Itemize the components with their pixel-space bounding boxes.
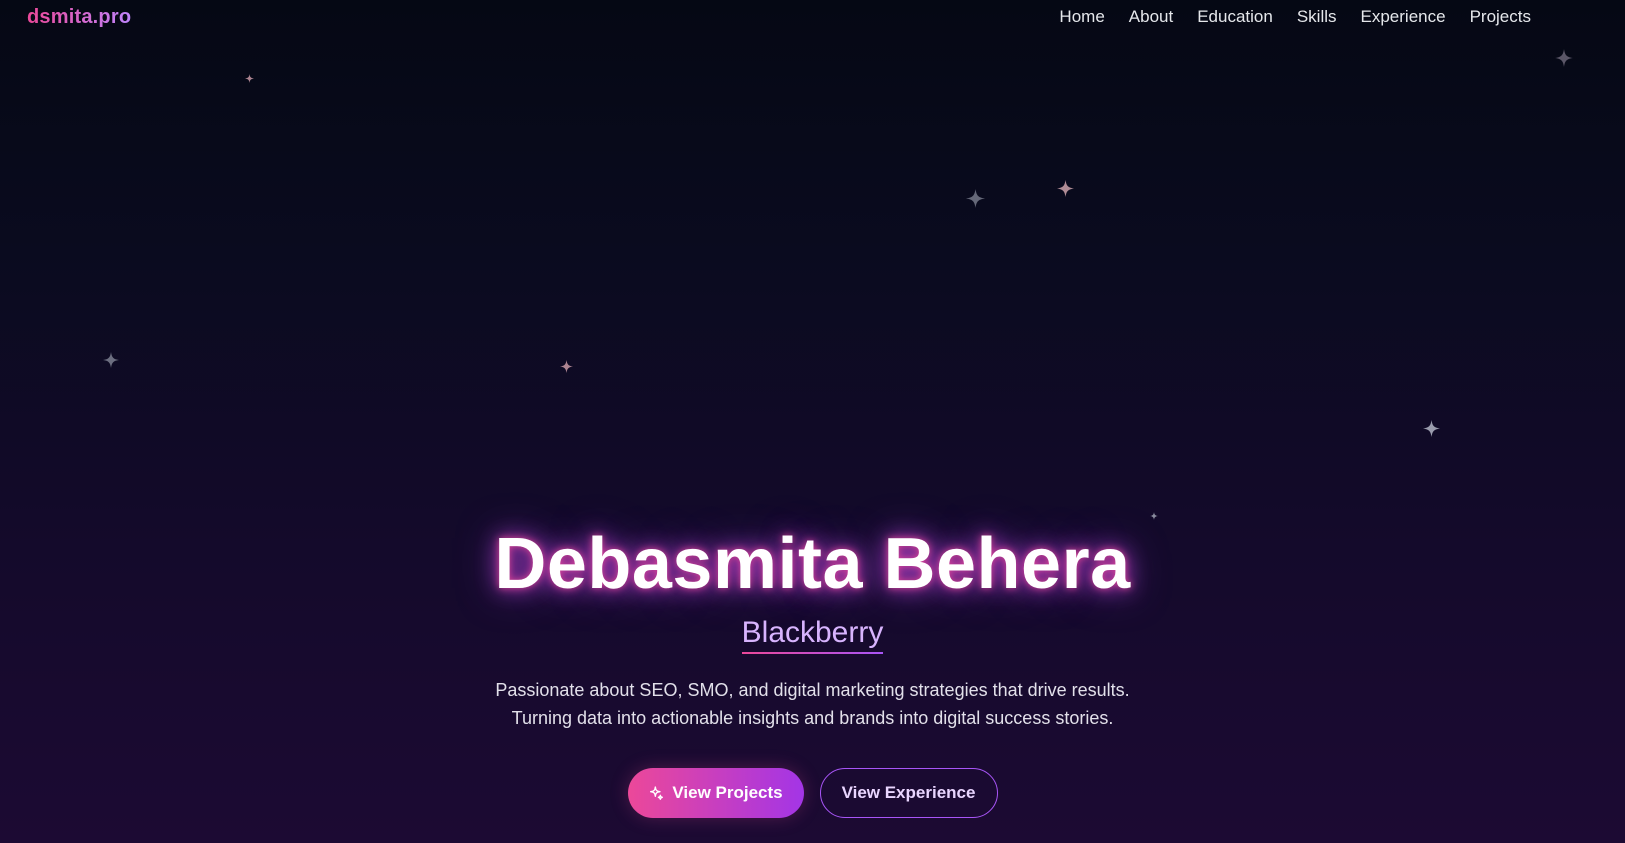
hero-description: Passionate about SEO, SMO, and digital m…: [0, 676, 1625, 732]
site-logo[interactable]: dsmita.pro: [27, 6, 131, 29]
hero-role: Blackberry: [741, 616, 884, 654]
hero-name: Debasmita Behera: [494, 524, 1131, 604]
nav-link-about[interactable]: About: [1129, 7, 1173, 27]
sparkle-star-icon: [966, 189, 985, 208]
nav-link-home[interactable]: Home: [1059, 7, 1104, 27]
hero-buttons: View Projects View Experience: [0, 768, 1625, 818]
hero-description-line: Turning data into actionable insights an…: [511, 708, 1114, 728]
logo-main: dsmita: [27, 6, 93, 28]
logo-extension: .pro: [92, 6, 132, 28]
sparkle-star-icon: [103, 352, 119, 368]
nav-menu: Home About Education Skills Experience P…: [1059, 7, 1531, 27]
view-projects-label: View Projects: [672, 783, 783, 802]
sparkle-star-icon: [245, 74, 254, 83]
hero-section: Debasmita Behera Blackberry Passionate a…: [0, 518, 1625, 818]
view-projects-button[interactable]: View Projects: [627, 768, 804, 818]
sparkle-star-icon: [560, 360, 573, 373]
nav-link-education[interactable]: Education: [1197, 7, 1273, 27]
nav-link-projects[interactable]: Projects: [1470, 7, 1531, 27]
sparkles-icon: [648, 785, 664, 801]
nav-link-skills[interactable]: Skills: [1297, 7, 1337, 27]
nav-link-experience[interactable]: Experience: [1361, 7, 1446, 27]
navbar: dsmita.pro Home About Education Skills E…: [0, 0, 1625, 36]
view-experience-button[interactable]: View Experience: [819, 768, 998, 818]
sparkle-star-icon: [1057, 180, 1074, 197]
sparkle-star-icon: [1555, 49, 1573, 67]
sparkle-star-icon: [1423, 420, 1440, 437]
hero-description-line: Passionate about SEO, SMO, and digital m…: [495, 680, 1130, 700]
hero-role-wrapper: Blackberry: [0, 616, 1625, 658]
